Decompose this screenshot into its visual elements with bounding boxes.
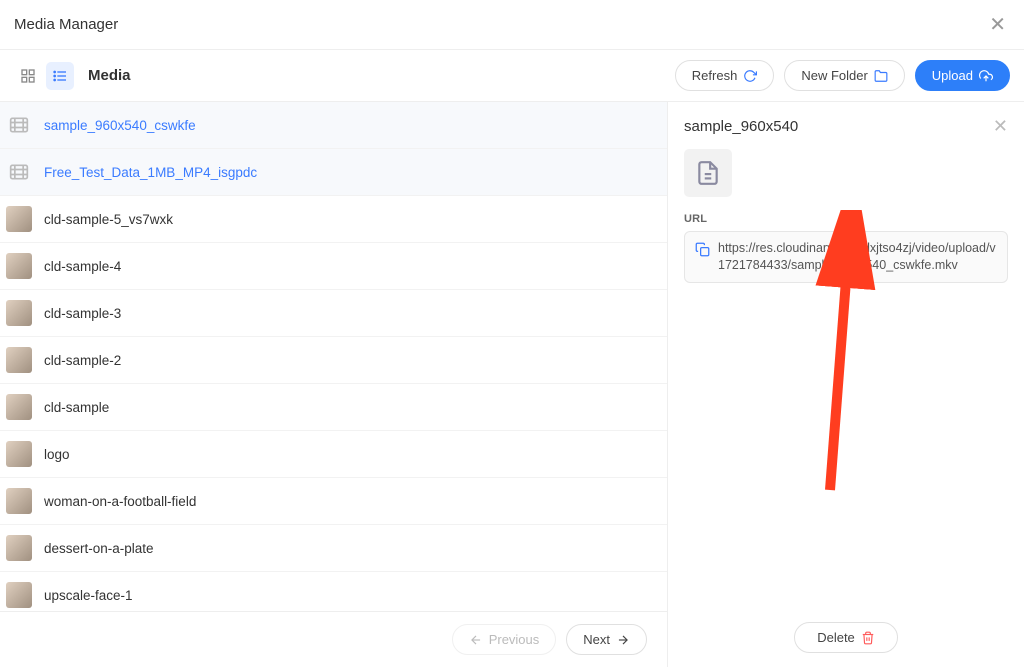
refresh-icon xyxy=(743,69,757,83)
image-thumbnail xyxy=(6,347,32,373)
list-view-button[interactable] xyxy=(46,62,74,90)
pager: Previous Next xyxy=(0,611,667,667)
file-name: cld-sample-3 xyxy=(44,306,121,321)
image-thumbnail xyxy=(6,300,32,326)
file-row[interactable]: cld-sample-2 xyxy=(0,337,667,384)
file-row[interactable]: cld-sample-3 xyxy=(0,290,667,337)
file-name: logo xyxy=(44,447,70,462)
list-icon xyxy=(52,68,68,84)
file-icon xyxy=(695,160,721,186)
previous-label: Previous xyxy=(489,632,540,647)
media-manager-modal: Media Manager ✕ Media Refresh New Folder xyxy=(0,0,1024,655)
file-name: sample_960x540_cswkfe xyxy=(44,118,196,133)
grid-icon xyxy=(20,68,36,84)
next-button[interactable]: Next xyxy=(566,624,647,655)
arrow-left-icon xyxy=(469,633,483,647)
folder-icon xyxy=(874,69,888,83)
detail-footer: Delete xyxy=(684,608,1008,653)
file-list[interactable]: sample_960x540_cswkfe Free_Test_Data_1MB_… xyxy=(0,102,667,611)
file-row[interactable]: woman-on-a-football-field xyxy=(0,478,667,525)
arrow-right-icon xyxy=(616,633,630,647)
detail-pane: sample_960x540 ✕ URL https://res.cloudin… xyxy=(668,102,1024,667)
new-folder-label: New Folder xyxy=(801,68,867,83)
toolbar-left: Media xyxy=(14,62,131,90)
file-row[interactable]: cld-sample-5_vs7wxk xyxy=(0,196,667,243)
file-row[interactable]: cld-sample-4 xyxy=(0,243,667,290)
delete-label: Delete xyxy=(817,630,855,645)
file-row[interactable]: cld-sample xyxy=(0,384,667,431)
file-name: cld-sample-5_vs7wxk xyxy=(44,212,173,227)
image-thumbnail xyxy=(6,394,32,420)
upload-button[interactable]: Upload xyxy=(915,60,1010,91)
file-row[interactable]: dessert-on-a-plate xyxy=(0,525,667,572)
image-thumbnail xyxy=(6,582,32,608)
content-area: sample_960x540_cswkfe Free_Test_Data_1MB_… xyxy=(0,102,1024,667)
file-name: woman-on-a-football-field xyxy=(44,494,196,509)
file-name: cld-sample xyxy=(44,400,109,415)
file-row[interactable]: Free_Test_Data_1MB_MP4_isgpdc xyxy=(0,149,667,196)
image-thumbnail xyxy=(6,535,32,561)
file-name: Free_Test_Data_1MB_MP4_isgpdc xyxy=(44,165,257,180)
refresh-label: Refresh xyxy=(692,68,738,83)
close-icon[interactable]: ✕ xyxy=(985,8,1010,41)
file-row[interactable]: logo xyxy=(0,431,667,478)
image-thumbnail xyxy=(6,441,32,467)
file-row[interactable]: upscale-face-1 xyxy=(0,572,667,611)
video-icon xyxy=(6,159,32,185)
file-name: cld-sample-2 xyxy=(44,353,121,368)
detail-close-icon[interactable]: ✕ xyxy=(993,116,1008,137)
new-folder-button[interactable]: New Folder xyxy=(784,60,904,91)
delete-button[interactable]: Delete xyxy=(794,622,898,653)
file-preview xyxy=(684,149,732,197)
copy-icon[interactable] xyxy=(695,242,710,260)
titlebar: Media Manager ✕ xyxy=(0,0,1024,50)
toolbar: Media Refresh New Folder Upload xyxy=(0,50,1024,102)
grid-view-button[interactable] xyxy=(14,62,42,90)
detail-header: sample_960x540 ✕ xyxy=(684,116,1008,137)
modal-title: Media Manager xyxy=(14,16,118,33)
file-row[interactable]: sample_960x540_cswkfe xyxy=(0,102,667,149)
refresh-button[interactable]: Refresh xyxy=(675,60,775,91)
detail-title: sample_960x540 xyxy=(684,118,798,135)
view-toggle xyxy=(14,62,74,90)
toolbar-right: Refresh New Folder Upload xyxy=(675,60,1010,91)
file-name: cld-sample-4 xyxy=(44,259,121,274)
previous-button: Previous xyxy=(452,624,557,655)
image-thumbnail xyxy=(6,488,32,514)
file-name: dessert-on-a-plate xyxy=(44,541,154,556)
image-thumbnail xyxy=(6,253,32,279)
url-label: URL xyxy=(684,213,1008,225)
image-thumbnail xyxy=(6,206,32,232)
upload-label: Upload xyxy=(932,68,973,83)
url-box: https://res.cloudinary.com/dxjtso4zj/vid… xyxy=(684,231,1008,283)
upload-icon xyxy=(979,69,993,83)
file-name: upscale-face-1 xyxy=(44,588,133,603)
breadcrumb[interactable]: Media xyxy=(88,67,131,84)
trash-icon xyxy=(861,631,875,645)
video-icon xyxy=(6,112,32,138)
file-list-pane: sample_960x540_cswkfe Free_Test_Data_1MB_… xyxy=(0,102,668,667)
next-label: Next xyxy=(583,632,610,647)
url-value[interactable]: https://res.cloudinary.com/dxjtso4zj/vid… xyxy=(718,240,997,274)
